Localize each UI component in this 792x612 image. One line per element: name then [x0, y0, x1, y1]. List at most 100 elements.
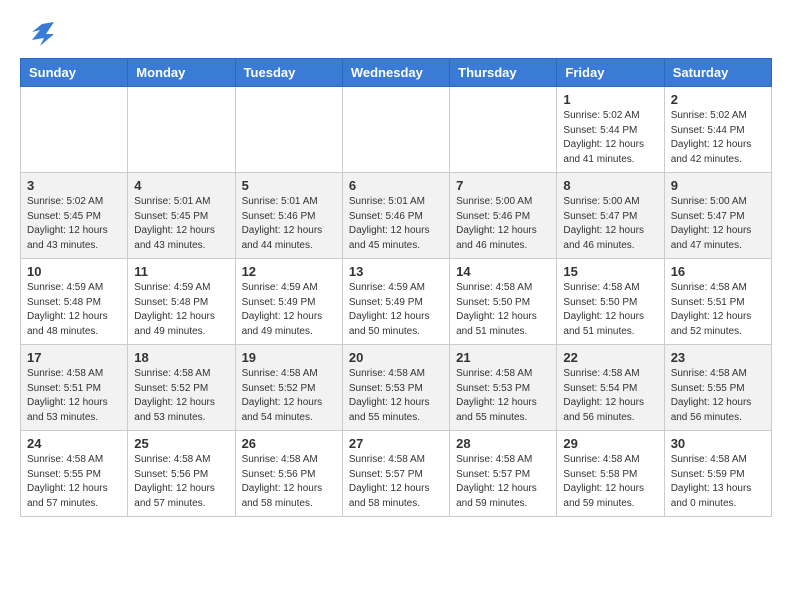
calendar-cell: 12 Sunrise: 4:59 AM Sunset: 5:49 PM Dayli… — [235, 259, 342, 345]
calendar-cell: 30 Sunrise: 4:58 AM Sunset: 5:59 PM Dayli… — [664, 431, 771, 517]
day-number: 15 — [563, 264, 657, 279]
day-number: 29 — [563, 436, 657, 451]
calendar-cell: 29Sunrise: 4:58 AM Sunset: 5:58 PM Dayli… — [557, 431, 664, 517]
calendar-cell — [342, 87, 449, 173]
day-info: Sunrise: 4:58 AM Sunset: 5:53 PM Dayligh… — [456, 367, 550, 425]
calendar-cell: 7 Sunrise: 5:00 AM Sunset: 5:46 PM Daylig… — [450, 173, 557, 259]
logo — [20, 20, 56, 48]
day-number: 21 — [456, 350, 550, 365]
calendar-week-4: 17 Sunrise: 4:58 AM Sunset: 5:51 PM Dayli… — [21, 345, 772, 431]
day-number: 7 — [456, 178, 550, 193]
calendar-table: SundayMondayTuesdayWednesdayThursdayFrid… — [20, 58, 772, 517]
day-number: 1 — [563, 92, 657, 107]
calendar-cell: 11 Sunrise: 4:59 AM Sunset: 5:48 PM Dayli… — [128, 259, 235, 345]
calendar-header-row: SundayMondayTuesdayWednesdayThursdayFrid… — [21, 59, 772, 87]
day-number: 24 — [27, 436, 121, 451]
day-info: Sunrise: 4:58 AM Sunset: 5:55 PM Dayligh… — [27, 453, 121, 511]
header — [20, 20, 772, 48]
day-info: Sunrise: 4:58 AM Sunset: 5:52 PM Dayligh… — [242, 367, 336, 425]
day-info: Sunrise: 4:58 AM Sunset: 5:55 PM Dayligh… — [671, 367, 765, 425]
logo-bird-icon — [22, 20, 54, 48]
calendar-cell: 13 Sunrise: 4:59 AM Sunset: 5:49 PM Dayli… — [342, 259, 449, 345]
day-number: 6 — [349, 178, 443, 193]
calendar-cell: 23Sunrise: 4:58 AM Sunset: 5:55 PM Dayli… — [664, 345, 771, 431]
day-info: Sunrise: 5:00 AM Sunset: 5:47 PM Dayligh… — [671, 195, 765, 253]
calendar-cell: 16Sunrise: 4:58 AM Sunset: 5:51 PM Dayli… — [664, 259, 771, 345]
calendar-cell: 6Sunrise: 5:01 AM Sunset: 5:46 PM Daylig… — [342, 173, 449, 259]
day-number: 8 — [563, 178, 657, 193]
day-info: Sunrise: 4:58 AM Sunset: 5:51 PM Dayligh… — [27, 367, 121, 425]
calendar-cell: 26 Sunrise: 4:58 AM Sunset: 5:56 PM Dayli… — [235, 431, 342, 517]
calendar-cell: 27 Sunrise: 4:58 AM Sunset: 5:57 PM Dayli… — [342, 431, 449, 517]
day-info: Sunrise: 5:00 AM Sunset: 5:47 PM Dayligh… — [563, 195, 657, 253]
day-number: 12 — [242, 264, 336, 279]
day-info: Sunrise: 5:02 AM Sunset: 5:45 PM Dayligh… — [27, 195, 121, 253]
calendar-cell: 22Sunrise: 4:58 AM Sunset: 5:54 PM Dayli… — [557, 345, 664, 431]
calendar-cell: 20Sunrise: 4:58 AM Sunset: 5:53 PM Dayli… — [342, 345, 449, 431]
calendar-header-wednesday: Wednesday — [342, 59, 449, 87]
calendar-cell — [128, 87, 235, 173]
calendar-cell: 8 Sunrise: 5:00 AM Sunset: 5:47 PM Daylig… — [557, 173, 664, 259]
day-number: 27 — [349, 436, 443, 451]
calendar-week-2: 3 Sunrise: 5:02 AM Sunset: 5:45 PM Daylig… — [21, 173, 772, 259]
day-number: 9 — [671, 178, 765, 193]
day-info: Sunrise: 4:58 AM Sunset: 5:57 PM Dayligh… — [456, 453, 550, 511]
calendar-cell: 15 Sunrise: 4:58 AM Sunset: 5:50 PM Dayli… — [557, 259, 664, 345]
day-number: 2 — [671, 92, 765, 107]
day-info: Sunrise: 4:59 AM Sunset: 5:49 PM Dayligh… — [349, 281, 443, 339]
day-number: 25 — [134, 436, 228, 451]
calendar-week-5: 24 Sunrise: 4:58 AM Sunset: 5:55 PM Dayli… — [21, 431, 772, 517]
calendar-cell: 24 Sunrise: 4:58 AM Sunset: 5:55 PM Dayli… — [21, 431, 128, 517]
day-info: Sunrise: 4:58 AM Sunset: 5:50 PM Dayligh… — [563, 281, 657, 339]
day-number: 18 — [134, 350, 228, 365]
day-info: Sunrise: 5:01 AM Sunset: 5:45 PM Dayligh… — [134, 195, 228, 253]
day-number: 10 — [27, 264, 121, 279]
day-number: 16 — [671, 264, 765, 279]
day-info: Sunrise: 4:58 AM Sunset: 5:53 PM Dayligh… — [349, 367, 443, 425]
calendar-cell: 4 Sunrise: 5:01 AM Sunset: 5:45 PM Daylig… — [128, 173, 235, 259]
calendar-cell: 25 Sunrise: 4:58 AM Sunset: 5:56 PM Dayli… — [128, 431, 235, 517]
day-number: 30 — [671, 436, 765, 451]
calendar-cell: 18 Sunrise: 4:58 AM Sunset: 5:52 PM Dayli… — [128, 345, 235, 431]
day-info: Sunrise: 4:58 AM Sunset: 5:56 PM Dayligh… — [242, 453, 336, 511]
day-number: 28 — [456, 436, 550, 451]
calendar-cell: 21 Sunrise: 4:58 AM Sunset: 5:53 PM Dayli… — [450, 345, 557, 431]
calendar-cell: 10Sunrise: 4:59 AM Sunset: 5:48 PM Dayli… — [21, 259, 128, 345]
day-number: 17 — [27, 350, 121, 365]
day-info: Sunrise: 4:58 AM Sunset: 5:50 PM Dayligh… — [456, 281, 550, 339]
day-info: Sunrise: 5:00 AM Sunset: 5:46 PM Dayligh… — [456, 195, 550, 253]
day-info: Sunrise: 4:59 AM Sunset: 5:48 PM Dayligh… — [134, 281, 228, 339]
calendar-cell: 9 Sunrise: 5:00 AM Sunset: 5:47 PM Daylig… — [664, 173, 771, 259]
day-info: Sunrise: 5:02 AM Sunset: 5:44 PM Dayligh… — [563, 109, 657, 167]
day-info: Sunrise: 4:58 AM Sunset: 5:57 PM Dayligh… — [349, 453, 443, 511]
calendar-week-3: 10 Sunrise: 4:59 AM Sunset: 5:48 PM Dayli… — [21, 259, 772, 345]
calendar-header-monday: Monday — [128, 59, 235, 87]
calendar-cell: 1 Sunrise: 5:02 AM Sunset: 5:44 PM Daylig… — [557, 87, 664, 173]
calendar-header-saturday: Saturday — [664, 59, 771, 87]
calendar-cell — [235, 87, 342, 173]
day-number: 14 — [456, 264, 550, 279]
day-info: Sunrise: 4:58 AM Sunset: 5:52 PM Dayligh… — [134, 367, 228, 425]
day-number: 13 — [349, 264, 443, 279]
calendar-header-friday: Friday — [557, 59, 664, 87]
day-info: Sunrise: 5:02 AM Sunset: 5:44 PM Dayligh… — [671, 109, 765, 167]
day-info: Sunrise: 4:59 AM Sunset: 5:49 PM Dayligh… — [242, 281, 336, 339]
day-number: 3 — [27, 178, 121, 193]
calendar-cell — [21, 87, 128, 173]
calendar-week-1: 1 Sunrise: 5:02 AM Sunset: 5:44 PM Daylig… — [21, 87, 772, 173]
calendar-cell — [450, 87, 557, 173]
calendar-cell: 19Sunrise: 4:58 AM Sunset: 5:52 PM Dayli… — [235, 345, 342, 431]
calendar-header-thursday: Thursday — [450, 59, 557, 87]
day-info: Sunrise: 4:58 AM Sunset: 5:56 PM Dayligh… — [134, 453, 228, 511]
calendar-cell: 3 Sunrise: 5:02 AM Sunset: 5:45 PM Daylig… — [21, 173, 128, 259]
calendar-cell: 14 Sunrise: 4:58 AM Sunset: 5:50 PM Dayli… — [450, 259, 557, 345]
day-number: 4 — [134, 178, 228, 193]
page: SundayMondayTuesdayWednesdayThursdayFrid… — [0, 0, 792, 537]
day-number: 11 — [134, 264, 228, 279]
day-info: Sunrise: 4:58 AM Sunset: 5:59 PM Dayligh… — [671, 453, 765, 511]
calendar-cell: 2 Sunrise: 5:02 AM Sunset: 5:44 PM Daylig… — [664, 87, 771, 173]
day-number: 26 — [242, 436, 336, 451]
calendar-cell: 28 Sunrise: 4:58 AM Sunset: 5:57 PM Dayli… — [450, 431, 557, 517]
day-number: 22 — [563, 350, 657, 365]
calendar-header-tuesday: Tuesday — [235, 59, 342, 87]
